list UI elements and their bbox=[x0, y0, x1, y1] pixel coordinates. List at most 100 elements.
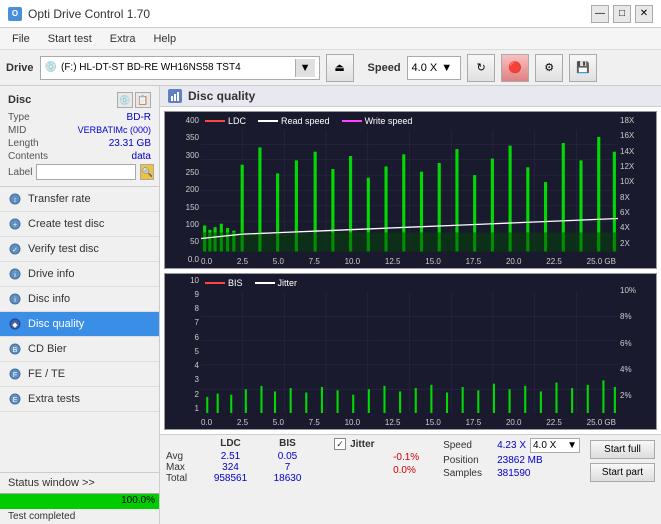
sidebar-item-drive-info[interactable]: i Drive info bbox=[0, 262, 159, 287]
disc-length-key: Length bbox=[8, 138, 39, 149]
transfer-rate-label: Transfer rate bbox=[28, 193, 91, 205]
settings-button1[interactable]: 🔴 bbox=[501, 54, 529, 82]
svg-text:B: B bbox=[13, 347, 18, 354]
legend-readspeed-label: Read speed bbox=[281, 116, 330, 126]
stats-total-row: Total 958561 18630 bbox=[166, 473, 324, 484]
legend-readspeed: Read speed bbox=[258, 116, 330, 126]
disc-icon-btn1[interactable]: 💿 bbox=[117, 92, 133, 108]
sidebar-item-cd-bier[interactable]: B CD Bier bbox=[0, 337, 159, 362]
position-row: Position 23862 MB bbox=[443, 455, 580, 466]
disc-quality-label: Disc quality bbox=[28, 318, 84, 330]
bottom-chart-y-axis-right: 10% 8% 6% 4% 2% bbox=[618, 274, 656, 414]
main-layout: Disc 💿 📋 Type BD-R MID VERBATIMc (000) L… bbox=[0, 86, 661, 524]
menu-extra[interactable]: Extra bbox=[102, 31, 144, 47]
menu-help[interactable]: Help bbox=[145, 31, 184, 47]
disc-contents-row: Contents data bbox=[8, 151, 151, 162]
legend-writespeed-color bbox=[342, 120, 362, 122]
drive-select[interactable]: 💿 (F:) HL-DT-ST BD-RE WH16NS58 TST4 ▼ bbox=[40, 56, 320, 80]
create-test-disc-icon: + bbox=[8, 217, 22, 231]
svg-text:+: + bbox=[13, 222, 17, 229]
jitter-max-key bbox=[334, 465, 389, 476]
stats-total-ldc: 958561 bbox=[203, 473, 258, 484]
stats-table: LDC BIS Avg 2.51 0.05 Max 324 7 Total 95… bbox=[166, 438, 324, 484]
disc-panel-title: Disc bbox=[8, 94, 31, 106]
stats-avg-row: Avg 2.51 0.05 bbox=[166, 451, 324, 462]
jitter-checkbox[interactable]: ✓ bbox=[334, 438, 346, 450]
drivebar: Drive 💿 (F:) HL-DT-ST BD-RE WH16NS58 TST… bbox=[0, 50, 661, 86]
extra-tests-label: Extra tests bbox=[28, 393, 80, 405]
sidebar-item-disc-quality[interactable]: ◆ Disc quality bbox=[0, 312, 159, 337]
sidebar-item-disc-info[interactable]: i Disc info bbox=[0, 287, 159, 312]
speed-current-val: 4.23 X bbox=[497, 440, 526, 451]
speed-select[interactable]: 4.0 X ▼ bbox=[407, 56, 462, 80]
stats-max-row: Max 324 7 bbox=[166, 462, 324, 473]
position-key: Position bbox=[443, 455, 493, 466]
legend-writespeed-label: Write speed bbox=[365, 116, 413, 126]
jitter-values: -0.1% 0.0% bbox=[334, 452, 433, 478]
status-area: Status window >> 100.0% Test completed bbox=[0, 472, 159, 524]
sidebar-item-extra-tests[interactable]: E Extra tests bbox=[0, 387, 159, 412]
drive-label: Drive bbox=[6, 62, 34, 74]
save-button[interactable]: 💾 bbox=[569, 54, 597, 82]
jitter-header: ✓ Jitter bbox=[334, 438, 433, 450]
disc-type-key: Type bbox=[8, 112, 30, 123]
disc-label-key: Label bbox=[8, 167, 32, 178]
menu-starttest[interactable]: Start test bbox=[40, 31, 100, 47]
bottom-chart-svg bbox=[201, 292, 618, 414]
speed-select-box[interactable]: 4.0 X ▼ bbox=[530, 438, 580, 453]
disc-icon-btn2[interactable]: 📋 bbox=[135, 92, 151, 108]
sidebar-item-verify-test-disc[interactable]: ✓ Verify test disc bbox=[0, 237, 159, 262]
speed-value: 4.0 X bbox=[412, 62, 438, 74]
transfer-rate-icon: ↕ bbox=[8, 192, 22, 206]
disc-panel-header: Disc 💿 📋 bbox=[8, 92, 151, 108]
stats-avg-bis: 0.05 bbox=[260, 451, 315, 462]
titlebar-controls: — □ ✕ bbox=[591, 5, 653, 23]
menu-file[interactable]: File bbox=[4, 31, 38, 47]
jitter-avg-row: -0.1% bbox=[334, 452, 433, 463]
disc-contents-key: Contents bbox=[8, 151, 48, 162]
stats-header-empty bbox=[166, 438, 201, 449]
top-chart: LDC Read speed Write speed 400 350 bbox=[164, 111, 657, 269]
svg-text:F: F bbox=[13, 372, 17, 379]
buttons-section: Start full Start part bbox=[590, 438, 655, 482]
legend-bis-color bbox=[205, 282, 225, 284]
menubar: File Start test Extra Help bbox=[0, 28, 661, 50]
disc-mid-val: VERBATIMc (000) bbox=[78, 125, 151, 136]
speed-label: Speed bbox=[368, 62, 401, 74]
legend-ldc-color bbox=[205, 120, 225, 122]
disc-length-row: Length 23.31 GB bbox=[8, 138, 151, 149]
titlebar: O Opti Drive Control 1.70 — □ ✕ bbox=[0, 0, 661, 28]
close-button[interactable]: ✕ bbox=[635, 5, 653, 23]
start-part-button[interactable]: Start part bbox=[590, 463, 655, 482]
label-input[interactable] bbox=[36, 164, 136, 180]
stats-total-label: Total bbox=[166, 473, 201, 484]
disc-mid-row: MID VERBATIMc (000) bbox=[8, 125, 151, 136]
bottom-chart: BIS Jitter 10 9 8 7 6 5 4 bbox=[164, 273, 657, 431]
sidebar-item-transfer-rate[interactable]: ↕ Transfer rate bbox=[0, 187, 159, 212]
drive-info-icon: i bbox=[8, 267, 22, 281]
start-full-button[interactable]: Start full bbox=[590, 440, 655, 459]
drive-info-label: Drive info bbox=[28, 268, 74, 280]
verify-test-disc-icon: ✓ bbox=[8, 242, 22, 256]
jitter-avg-val: -0.1% bbox=[393, 452, 433, 463]
stats-header-row: LDC BIS bbox=[166, 438, 324, 449]
jitter-max-row: 0.0% bbox=[334, 465, 433, 476]
disc-label-row: Label 🔍 bbox=[8, 164, 151, 180]
cd-bier-label: CD Bier bbox=[28, 343, 67, 355]
app-icon: O bbox=[8, 7, 22, 21]
eject-button[interactable]: ⏏ bbox=[326, 54, 354, 82]
samples-val: 381590 bbox=[497, 468, 530, 479]
minimize-button[interactable]: — bbox=[591, 5, 609, 23]
sidebar-item-create-test-disc[interactable]: + Create test disc bbox=[0, 212, 159, 237]
drive-dropdown-arrow[interactable]: ▼ bbox=[295, 59, 315, 77]
sidebar-item-fe-te[interactable]: F FE / TE bbox=[0, 362, 159, 387]
status-window-button[interactable]: Status window >> bbox=[0, 473, 159, 493]
maximize-button[interactable]: □ bbox=[613, 5, 631, 23]
chart-title: Disc quality bbox=[188, 89, 255, 103]
jitter-max-val: 0.0% bbox=[393, 465, 433, 476]
refresh-button[interactable]: ↻ bbox=[467, 54, 495, 82]
label-search-btn[interactable]: 🔍 bbox=[140, 164, 153, 180]
settings-button2[interactable]: ⚙ bbox=[535, 54, 563, 82]
stats-max-label: Max bbox=[166, 462, 201, 473]
bottom-chart-canvas bbox=[201, 292, 618, 414]
